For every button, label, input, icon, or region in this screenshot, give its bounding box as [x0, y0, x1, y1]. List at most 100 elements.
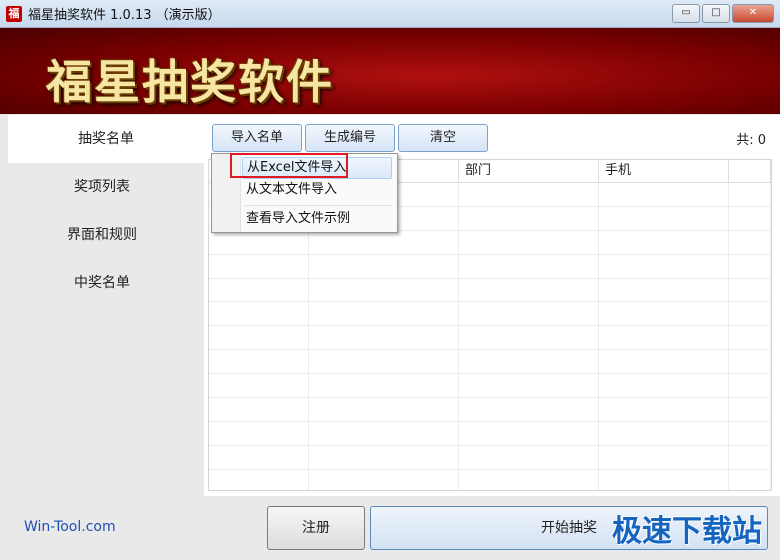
table-row [209, 398, 771, 422]
table-row [209, 350, 771, 375]
generate-number-button[interactable]: 生成编号 [305, 124, 395, 152]
table-cell [459, 326, 599, 350]
count-label: 共: 0 [736, 133, 766, 148]
table-cell [209, 230, 309, 254]
table-cell [599, 183, 729, 206]
table-cell [459, 302, 599, 326]
table-cell [729, 302, 771, 326]
table-row [209, 445, 771, 470]
table-row [209, 230, 771, 255]
table-cell [309, 302, 459, 326]
table-cell [209, 469, 309, 490]
table-cell [729, 278, 771, 302]
sidebar-item-prize-list[interactable]: 奖项列表 [0, 163, 204, 211]
table-cell [309, 398, 459, 421]
table-cell [209, 350, 309, 374]
table-cell [599, 278, 729, 302]
table-cell [209, 326, 309, 350]
table-cell [599, 230, 729, 254]
sidebar: 抽奖名单 奖项列表 界面和规则 中奖名单 [0, 115, 204, 496]
import-list-button[interactable]: 导入名单 [212, 124, 302, 152]
table-cell [459, 183, 599, 206]
app-icon: 福 [6, 5, 22, 22]
menu-separator [244, 205, 392, 206]
table-row [209, 469, 771, 490]
table-cell [459, 230, 599, 254]
title-bar: 福 福星抽奖软件 1.0.13 （演示版） ▭ □ ✕ [0, 0, 780, 28]
table-cell [459, 350, 599, 374]
table-cell [309, 469, 459, 490]
table-cell [209, 278, 309, 302]
table-cell [599, 445, 729, 469]
table-row [209, 278, 771, 303]
table-cell [729, 445, 771, 469]
table-cell [459, 254, 599, 278]
table-cell [729, 326, 771, 350]
minimize-icon: ▭ [681, 7, 691, 18]
table-cell [599, 374, 729, 398]
table-cell [209, 421, 309, 445]
column-header-phone[interactable]: 手机 [599, 160, 729, 182]
menu-item-view-example[interactable]: 查看导入文件示例 [242, 208, 392, 230]
table-cell [729, 374, 771, 398]
table-cell [729, 469, 771, 490]
table-row [209, 326, 771, 351]
table-cell [309, 421, 459, 445]
table-cell [209, 302, 309, 326]
maximize-icon: □ [711, 7, 721, 18]
table-cell [459, 374, 599, 398]
window-controls: ▭ □ ✕ [672, 4, 774, 23]
close-icon: ✕ [748, 7, 758, 18]
table-cell [599, 254, 729, 278]
table-cell [729, 254, 771, 278]
menu-item-import-text[interactable]: 从文本文件导入 [242, 179, 392, 201]
table-cell [599, 206, 729, 230]
table-cell [729, 350, 771, 374]
minimize-button[interactable]: ▭ [672, 4, 700, 23]
banner-title: 福星抽奖软件 [46, 55, 334, 109]
table-cell [599, 421, 729, 445]
window-title: 福星抽奖软件 1.0.13 （演示版） [28, 8, 221, 23]
table-cell [459, 445, 599, 469]
table-cell [729, 421, 771, 445]
sidebar-item-winner-list[interactable]: 中奖名单 [0, 259, 204, 307]
column-header[interactable] [729, 160, 771, 182]
table-cell [459, 469, 599, 490]
highlight-box [230, 153, 348, 178]
table-cell [309, 326, 459, 350]
table-cell [309, 374, 459, 398]
table-row [209, 421, 771, 446]
table-cell [309, 230, 459, 254]
register-button[interactable]: 注册 [267, 506, 365, 550]
table-cell [729, 183, 771, 206]
watermark: 极速下载站 [612, 514, 762, 549]
close-button[interactable]: ✕ [732, 4, 774, 23]
table-cell [459, 421, 599, 445]
table-cell [729, 398, 771, 421]
table-cell [209, 445, 309, 469]
column-header-department[interactable]: 部门 [459, 160, 599, 182]
table-cell [309, 254, 459, 278]
sidebar-item-draw-list[interactable]: 抽奖名单 [8, 115, 204, 163]
table-cell [599, 302, 729, 326]
table-cell [459, 398, 599, 421]
table-cell [209, 254, 309, 278]
table-cell [599, 398, 729, 421]
site-link[interactable]: Win-Tool.com [24, 519, 116, 535]
table-cell [599, 326, 729, 350]
table-cell [209, 374, 309, 398]
sidebar-item-interface-rules[interactable]: 界面和规则 [0, 211, 204, 259]
table-cell [459, 278, 599, 302]
bottom-bar: Win-Tool.com 注册 开始抽奖 极速下载站 [0, 496, 780, 560]
table-cell [309, 445, 459, 469]
table-cell [729, 230, 771, 254]
clear-button[interactable]: 清空 [398, 124, 488, 152]
table-cell [599, 469, 729, 490]
table-cell [599, 350, 729, 374]
table-cell [309, 278, 459, 302]
table-row [209, 254, 771, 279]
table-row [209, 374, 771, 399]
table-row [209, 302, 771, 327]
maximize-button[interactable]: □ [702, 4, 730, 23]
table-cell [309, 350, 459, 374]
